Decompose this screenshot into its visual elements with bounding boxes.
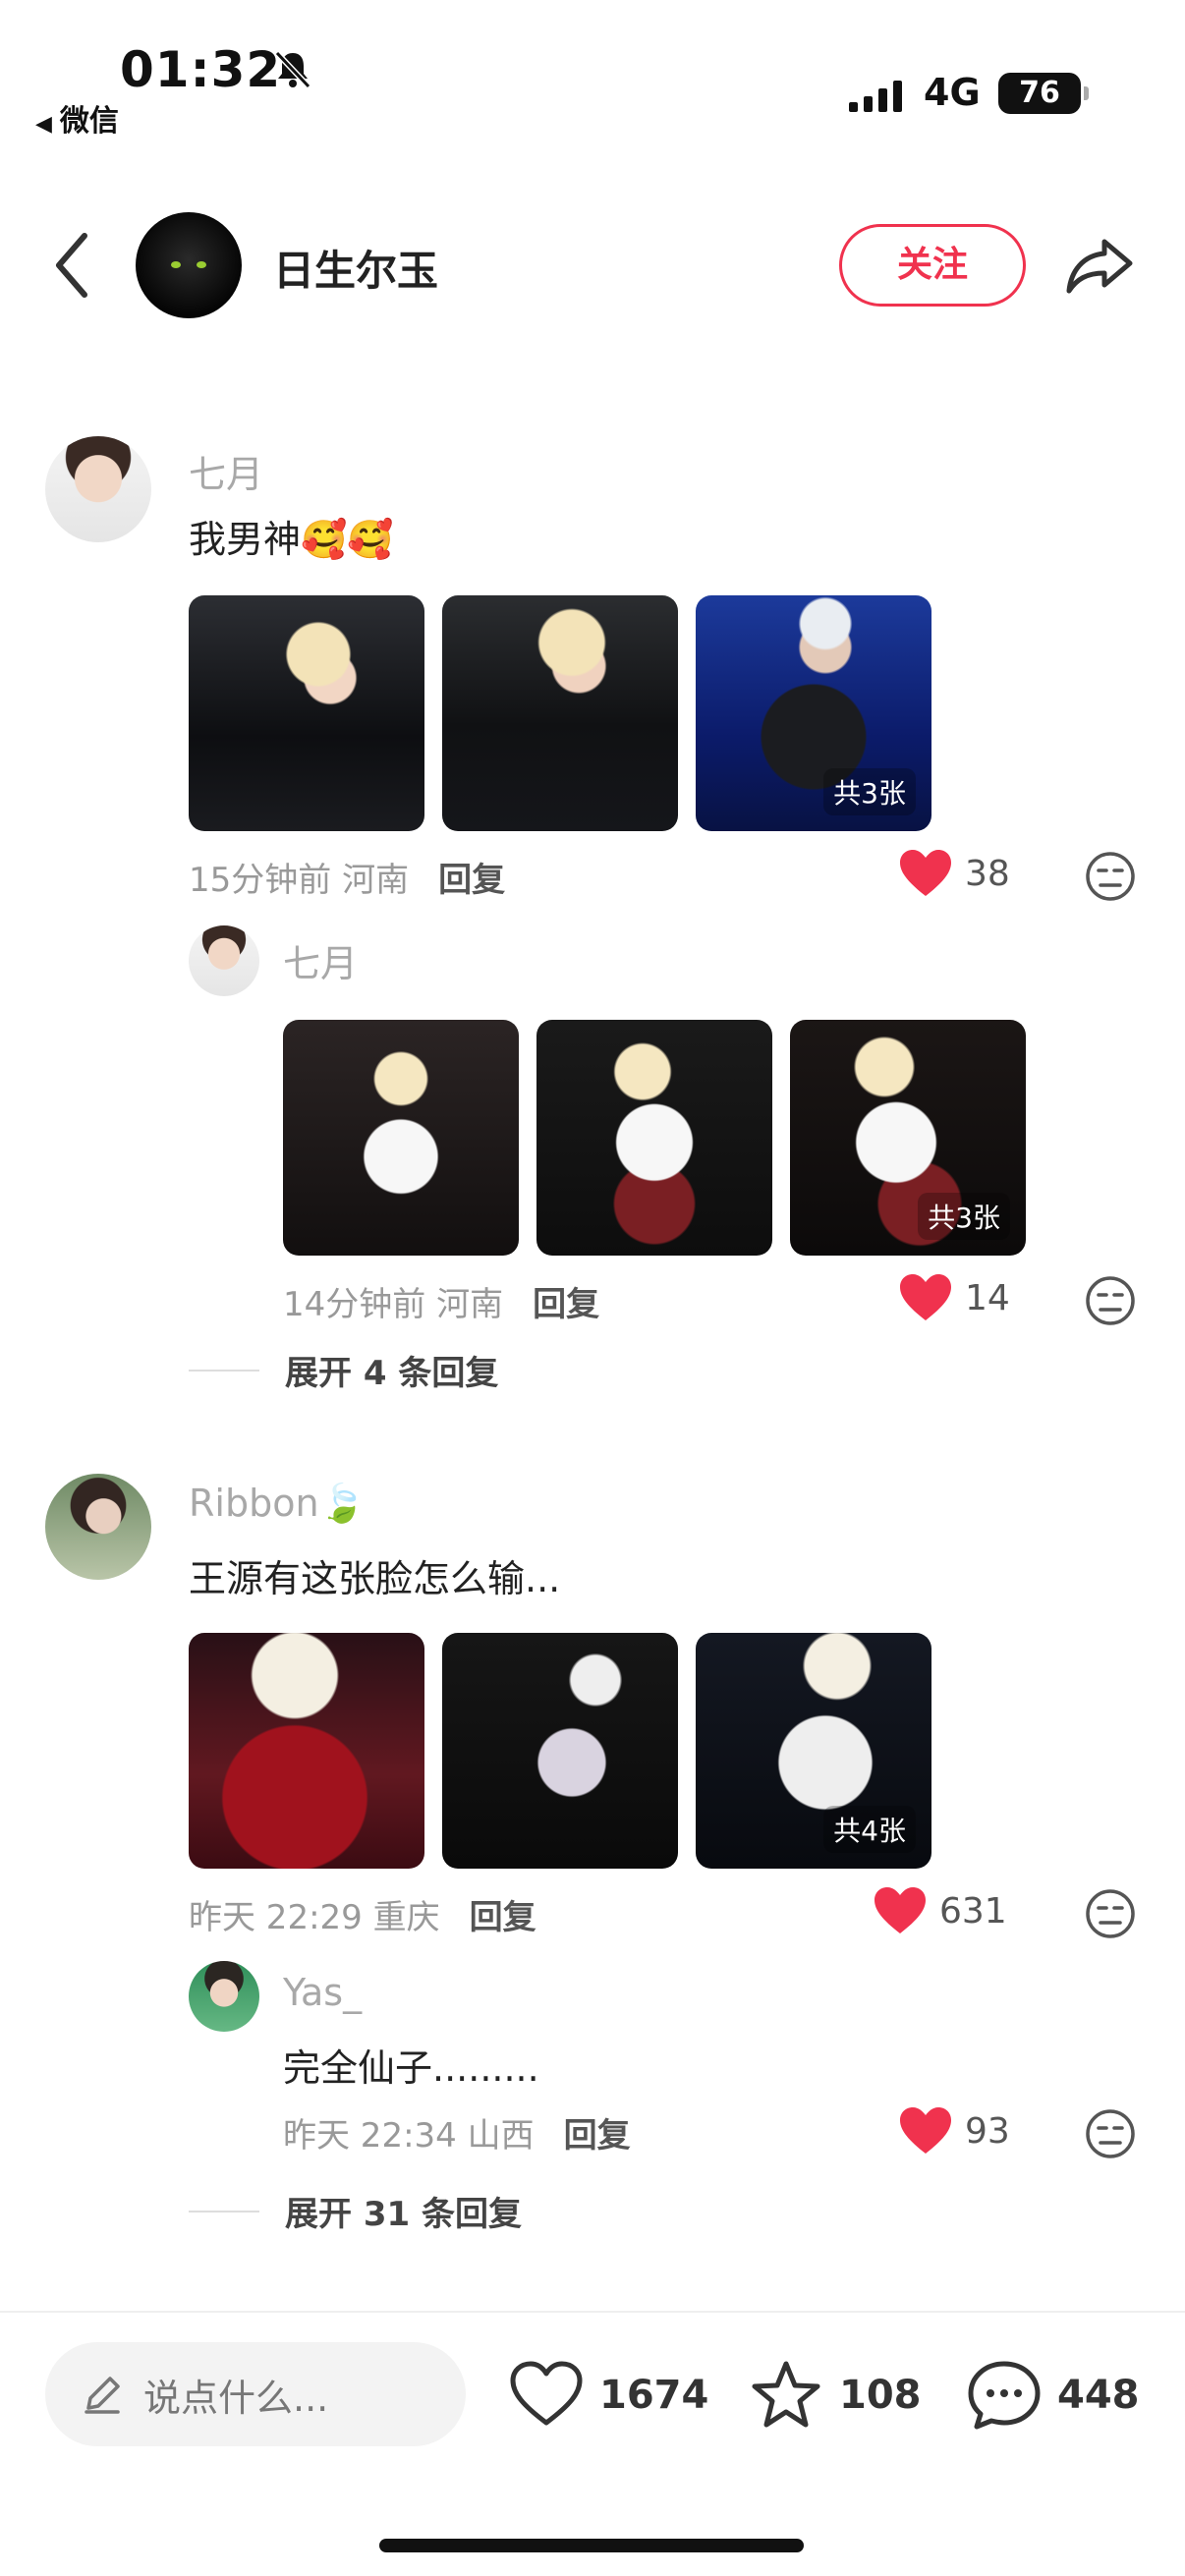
- comment-username[interactable]: Ribbon🍃: [189, 1482, 366, 1526]
- image-count-badge: 共4张: [823, 1806, 916, 1853]
- comment-images: 共3张: [189, 595, 931, 831]
- dislike-face-icon[interactable]: [1085, 2108, 1136, 2159]
- reply-time: 昨天 22:34 山西: [283, 2116, 535, 2156]
- status-bar: 01:32 ◀ 微信 4G 76: [0, 0, 1185, 147]
- reply-meta: 14分钟前 河南 回复: [283, 1277, 599, 1325]
- heart-icon: [900, 1274, 951, 1320]
- comment-time: 昨天 22:29 重庆: [189, 1898, 440, 1937]
- heart-icon: [900, 2107, 951, 2154]
- dislike-face-icon[interactable]: [1085, 1275, 1136, 1326]
- comment-image[interactable]: [442, 1633, 678, 1869]
- comment-image[interactable]: 共3张: [790, 1020, 1026, 1256]
- comment-meta: 15分钟前 河南 回复: [189, 853, 505, 901]
- home-indicator[interactable]: [379, 2539, 804, 2552]
- divider-line: [189, 2210, 259, 2212]
- comment-image[interactable]: [283, 1020, 519, 1256]
- expand-label: 展开 4 条回复: [285, 1354, 499, 1393]
- like-count: 631: [939, 1890, 1007, 1932]
- comment-text: 我男神🥰🥰: [189, 518, 394, 561]
- like-count: 38: [965, 853, 1010, 894]
- follow-button[interactable]: 关注: [839, 224, 1026, 307]
- reply-text: 完全仙子.........: [283, 2046, 539, 2090]
- comment-post-button[interactable]: 448: [965, 2356, 1140, 2435]
- comment-image[interactable]: [189, 1633, 424, 1869]
- bell-off-icon: [274, 50, 311, 89]
- post-like-count: 1674: [599, 2373, 709, 2418]
- like-post-button[interactable]: 1674: [507, 2356, 708, 2435]
- back-to-wechat[interactable]: ◀ 微信: [35, 96, 119, 140]
- back-app-label: 微信: [59, 104, 119, 139]
- like-button[interactable]: 38: [898, 849, 1010, 898]
- comment-text: 王源有这张脸怎么输...: [189, 1557, 561, 1600]
- avatar[interactable]: [189, 1961, 259, 2032]
- image-count-badge: 共3张: [918, 1193, 1010, 1240]
- post-comment-count: 448: [1057, 2373, 1140, 2418]
- header: 日生尔玉 关注: [0, 196, 1185, 334]
- reply-time: 14分钟前 河南: [283, 1285, 504, 1324]
- reply-button[interactable]: 回复: [564, 2116, 631, 2156]
- comment-meta: 昨天 22:29 重庆 回复: [189, 1890, 536, 1938]
- comment-bubble-icon: [968, 2361, 1041, 2430]
- comment-images: 共4张: [189, 1633, 931, 1869]
- avatar-eye: [171, 261, 181, 268]
- reply-button[interactable]: 回复: [470, 1898, 536, 1937]
- dislike-face-icon[interactable]: [1085, 1888, 1136, 1939]
- comment-image[interactable]: [189, 595, 424, 831]
- avatar[interactable]: [45, 436, 151, 542]
- reply-button[interactable]: 回复: [438, 861, 505, 900]
- heart-icon: [900, 850, 951, 896]
- comment-time: 15分钟前 河南: [189, 861, 410, 900]
- battery-indicator: 76: [998, 73, 1089, 114]
- comment-username[interactable]: 七月: [189, 444, 263, 498]
- avatar[interactable]: [45, 1474, 151, 1580]
- reply-username[interactable]: Yas_: [283, 1971, 362, 2014]
- like-button[interactable]: 93: [898, 2106, 1010, 2156]
- image-count-badge: 共3张: [823, 768, 916, 815]
- expand-replies-button[interactable]: 展开 31 条回复: [189, 2187, 522, 2235]
- author-avatar[interactable]: [136, 212, 242, 318]
- network-label: 4G: [924, 71, 981, 114]
- star-post-button[interactable]: 108: [747, 2356, 922, 2435]
- divider-line: [189, 1369, 259, 1372]
- author-name[interactable]: 日生尔玉: [273, 238, 438, 298]
- star-icon: [752, 2361, 820, 2428]
- avatar[interactable]: [189, 925, 259, 996]
- dislike-face-icon[interactable]: [1085, 851, 1136, 902]
- pencil-icon: [85, 2377, 120, 2414]
- reply-button[interactable]: 回复: [533, 1285, 599, 1324]
- heart-outline-icon: [510, 2361, 583, 2426]
- reply-images: 共3张: [283, 1020, 1026, 1256]
- post-star-count: 108: [839, 2373, 922, 2418]
- signal-icon: [849, 81, 902, 112]
- comment-image[interactable]: [536, 1020, 772, 1256]
- like-count: 93: [965, 2110, 1010, 2152]
- comment-image[interactable]: [442, 595, 678, 831]
- comment-input[interactable]: 说点什么...: [45, 2342, 466, 2446]
- status-time: 01:32: [120, 41, 282, 98]
- like-button[interactable]: 14: [898, 1273, 1010, 1322]
- like-button[interactable]: 631: [873, 1886, 1007, 1935]
- comment-input-placeholder: 说点什么...: [143, 2376, 329, 2420]
- bottom-divider: [0, 2311, 1185, 2313]
- like-count: 14: [965, 1277, 1010, 1318]
- expand-replies-button[interactable]: 展开 4 条回复: [189, 1346, 498, 1394]
- expand-label: 展开 31 条回复: [285, 2195, 522, 2234]
- share-icon[interactable]: [1063, 234, 1136, 297]
- back-chevron-icon[interactable]: [49, 226, 98, 305]
- comment-image[interactable]: 共3张: [696, 595, 931, 831]
- back-triangle-icon: ◀: [35, 112, 52, 137]
- avatar-eye: [197, 261, 206, 268]
- comment-image[interactable]: 共4张: [696, 1633, 931, 1869]
- heart-icon: [875, 1887, 926, 1933]
- reply-username[interactable]: 七月: [283, 933, 358, 987]
- reply-meta: 昨天 22:34 山西 回复: [283, 2108, 631, 2156]
